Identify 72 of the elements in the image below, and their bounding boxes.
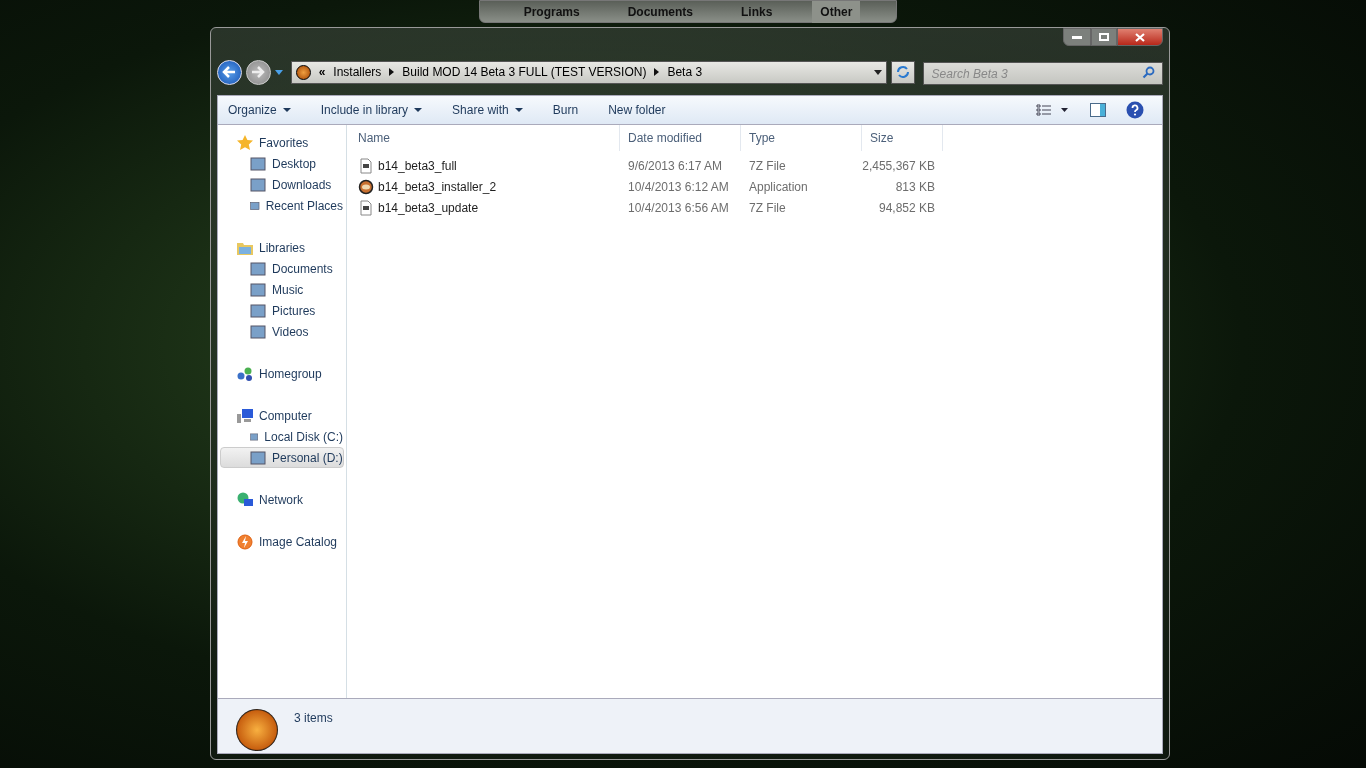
table-cell-text: 94,852 KB: [877, 199, 936, 217]
column-header[interactable]: Name: [348, 125, 620, 151]
dock-tab[interactable]: Links: [733, 0, 781, 23]
round-app-icon: [358, 178, 374, 195]
breadcrumb[interactable]: Build MOD 14 Beta 3 FULL (TEST VERSION): [402, 63, 647, 81]
dock-tab[interactable]: Other: [812, 0, 861, 23]
sidebar-item[interactable]: Recent Places: [220, 195, 344, 216]
table-cell-text: 2,455,367 KB: [863, 157, 936, 175]
history-dropdown-icon[interactable]: [274, 69, 283, 75]
sidebar-item[interactable]: Local Disk (C:): [220, 426, 344, 447]
overflow-chevron[interactable]: «: [318, 63, 326, 81]
table-cell-text: 7Z File: [748, 199, 787, 217]
sidebar-item[interactable]: Downloads: [220, 174, 344, 195]
sidebar-label: Homegroup: [259, 365, 322, 383]
toolbar-button[interactable]: Include in library: [320, 101, 423, 119]
table-cell-text: 7Z File: [748, 157, 787, 175]
lightning-icon: [237, 533, 253, 550]
toolbar-button[interactable]: Burn: [552, 101, 579, 119]
table-cell-text: 9/6/2013 6:17 AM: [627, 157, 724, 175]
back-button[interactable]: [217, 59, 242, 85]
monitor-icon: [237, 407, 253, 424]
help-icon[interactable]: [1126, 101, 1144, 119]
maximize-button[interactable]: [1091, 28, 1117, 46]
refresh-button[interactable]: [890, 60, 915, 84]
sidebar-item[interactable]: Music: [220, 279, 344, 300]
file-name[interactable]: b14_beta3_update: [378, 198, 479, 217]
sidebar-item[interactable]: Pictures: [220, 300, 344, 321]
close-icon: [1135, 32, 1145, 42]
folder-thumbnail-icon: [236, 709, 278, 751]
column-header[interactable]: Date modified: [621, 125, 741, 151]
file-icon: [358, 199, 374, 216]
star-icon: [237, 134, 253, 151]
file-name[interactable]: b14_beta3_installer_2: [378, 177, 497, 196]
search-icon[interactable]: [1142, 65, 1155, 79]
minimize-button[interactable]: [1063, 28, 1091, 46]
column-header[interactable]: Size: [863, 125, 943, 151]
sidebar-label: Image Catalog: [259, 533, 338, 551]
column-header[interactable]: Type: [742, 125, 862, 151]
view-options-icon[interactable]: [1036, 104, 1068, 116]
breadcrumb-arrow-icon[interactable]: [654, 68, 660, 76]
table-cell-text: 813 KB: [894, 178, 936, 196]
table-cell-text: Application: [748, 178, 809, 196]
toolbar-button[interactable]: Share with: [452, 101, 523, 119]
item-count: 3 items: [294, 710, 333, 727]
dock-tab[interactable]: Documents: [619, 0, 701, 23]
sidebar-label: Libraries: [259, 239, 306, 257]
file-icon: [358, 157, 374, 174]
forward-button[interactable]: [245, 59, 271, 85]
dock-tab[interactable]: Programs: [515, 0, 588, 23]
breadcrumb-arrow-icon[interactable]: [389, 68, 395, 76]
toolbar-button[interactable]: New folder: [608, 101, 666, 119]
table-cell-text: 10/4/2013 6:12 AM: [627, 178, 730, 196]
address-bar[interactable]: « Installers Build MOD 14 Beta 3 FULL (TEST VERSION) Beta 3: [290, 60, 887, 84]
sidebar-item[interactable]: Personal (D:): [220, 447, 344, 468]
toolbar-button[interactable]: Organize: [228, 101, 291, 119]
sidebar-label: Network: [259, 491, 303, 509]
sidebar-label: Computer: [259, 407, 312, 425]
forward-arrow-icon: [251, 66, 266, 78]
breadcrumb[interactable]: Beta 3: [667, 63, 703, 81]
preview-pane-icon[interactable]: [1090, 103, 1106, 117]
breadcrumb[interactable]: Installers: [333, 63, 382, 81]
sidebar-item[interactable]: Videos: [220, 321, 344, 342]
file-name[interactable]: b14_beta3_full: [378, 156, 457, 175]
sidebar-item[interactable]: Documents: [220, 258, 344, 279]
dropdown-icon[interactable]: [873, 69, 882, 75]
table-cell-text: 10/4/2013 6:56 AM: [627, 199, 730, 217]
sidebar-label: Favorites: [259, 134, 309, 152]
close-button[interactable]: [1117, 28, 1163, 46]
back-arrow-icon: [222, 66, 237, 78]
sidebar-item[interactable]: Desktop: [220, 153, 344, 174]
refresh-icon: [895, 65, 910, 79]
search-field[interactable]: Search Beta 3: [922, 62, 1163, 85]
